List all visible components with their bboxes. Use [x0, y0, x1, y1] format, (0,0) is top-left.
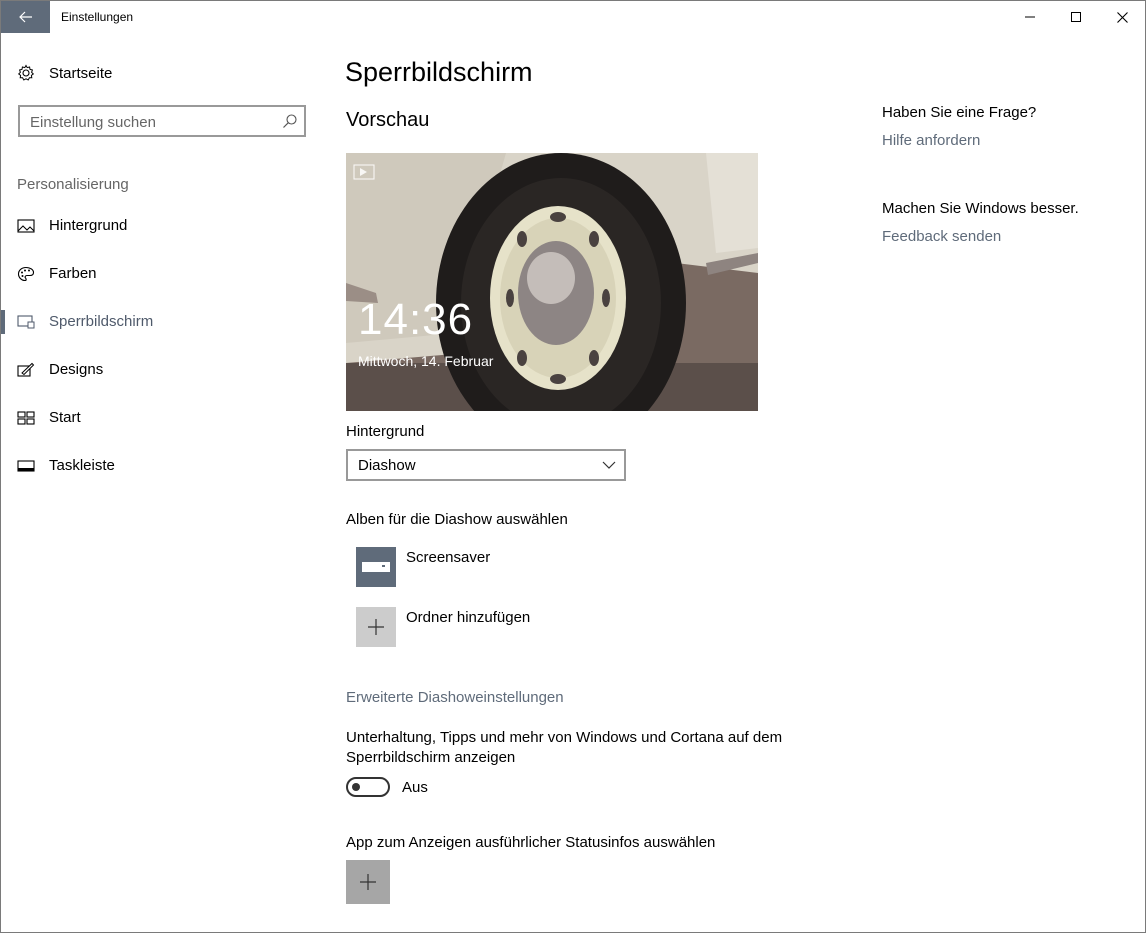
- palette-icon: [17, 266, 35, 282]
- search-icon[interactable]: [282, 113, 298, 134]
- folder-icon: [362, 562, 390, 572]
- sidebar-item-taskleiste[interactable]: Taskleiste: [1, 446, 321, 486]
- toggle-knob: [352, 783, 360, 791]
- sidebar-item-hintergrund[interactable]: Hintergrund: [1, 206, 321, 246]
- title-bar: Einstellungen: [1, 1, 1145, 33]
- status-app-label: App zum Anzeigen ausführlicher Statusinf…: [346, 834, 716, 851]
- add-status-app-button[interactable]: [346, 860, 390, 904]
- car-wheel-image: [346, 153, 758, 411]
- album-screensaver-tile[interactable]: [356, 547, 396, 587]
- preview-time: 14:36: [358, 295, 474, 344]
- sidebar-item-label: Start: [49, 409, 81, 426]
- improve-heading: Machen Sie Windows besser.: [882, 200, 1079, 217]
- preview-heading: Vorschau: [346, 109, 430, 131]
- brush-icon: [17, 362, 35, 377]
- page-title: Sperrbildschirm: [345, 57, 533, 87]
- back-arrow-icon: [18, 11, 32, 23]
- background-dropdown[interactable]: Diashow: [346, 449, 626, 481]
- search-input[interactable]: [30, 112, 270, 132]
- add-folder-label[interactable]: Ordner hinzufügen: [406, 609, 530, 626]
- sidebar-item-label: Taskleiste: [49, 457, 115, 474]
- sidebar-home[interactable]: Startseite: [17, 61, 112, 85]
- window-title: Einstellungen: [61, 10, 134, 24]
- preview-date: Mittwoch, 14. Februar: [358, 353, 494, 369]
- picture-icon: [17, 219, 35, 233]
- tips-label-line2: Sperrbildschirm anzeigen: [346, 749, 516, 766]
- maximize-button[interactable]: [1053, 1, 1099, 33]
- tips-toggle[interactable]: [346, 777, 390, 797]
- sidebar-home-label: Startseite: [49, 64, 113, 82]
- search-box: [18, 105, 306, 137]
- plus-icon: [368, 619, 384, 635]
- toggle-state-label: Aus: [402, 779, 428, 796]
- sidebar-item-sperrbildschirm[interactable]: Sperrbildschirm: [1, 302, 321, 342]
- tips-label-line1: Unterhaltung, Tipps und mehr von Windows…: [346, 729, 783, 746]
- lock-screen-icon: [17, 315, 35, 329]
- background-dropdown-value: Diashow: [358, 457, 416, 474]
- albums-label: Alben für die Diashow auswählen: [346, 511, 568, 528]
- sidebar-item-label: Hintergrund: [49, 217, 128, 234]
- taskbar-icon: [17, 460, 35, 472]
- sidebar-item-label: Farben: [49, 265, 97, 282]
- advanced-slideshow-link[interactable]: Erweiterte Diashoweinstellungen: [346, 689, 564, 706]
- selection-marker: [1, 310, 5, 334]
- feedback-link[interactable]: Feedback senden: [882, 228, 1001, 245]
- minimize-button[interactable]: [1007, 1, 1053, 33]
- sidebar-section-label: Personalisierung: [17, 176, 129, 193]
- sidebar-item-designs[interactable]: Designs: [1, 350, 321, 390]
- add-folder-tile[interactable]: [356, 607, 396, 647]
- close-icon: [1116, 11, 1128, 23]
- sidebar-item-label: Sperrbildschirm: [49, 313, 154, 330]
- sidebar-item-label: Designs: [49, 361, 104, 378]
- start-tiles-icon: [17, 411, 35, 425]
- lock-screen-preview: 14:36 Mittwoch, 14. Februar: [346, 153, 758, 411]
- maximize-icon: [1071, 12, 1081, 22]
- sidebar-item-start[interactable]: Start: [1, 398, 321, 438]
- help-link[interactable]: Hilfe anfordern: [882, 132, 980, 149]
- minimize-icon: [1025, 16, 1035, 18]
- album-screensaver-label[interactable]: Screensaver: [406, 549, 490, 566]
- sidebar-item-farben[interactable]: Farben: [1, 254, 321, 294]
- plus-icon: [360, 874, 376, 890]
- background-label: Hintergrund: [346, 423, 425, 440]
- gear-icon: [17, 64, 35, 81]
- back-button[interactable]: [1, 1, 50, 33]
- question-heading: Haben Sie eine Frage?: [882, 104, 1037, 121]
- settings-window: Einstellungen Startseite Personalisierun…: [0, 0, 1146, 933]
- close-button[interactable]: [1099, 1, 1145, 33]
- chevron-down-icon: [602, 461, 616, 469]
